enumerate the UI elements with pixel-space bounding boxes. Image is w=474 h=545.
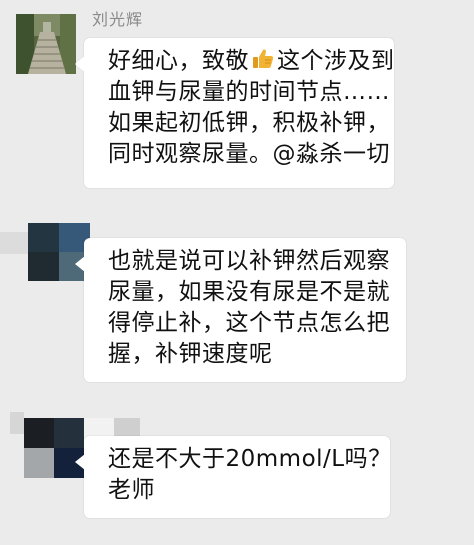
pixelated-background (0, 232, 28, 254)
message-line: 握，补钾速度呢 (108, 341, 273, 367)
stone-path-photo-avatar (16, 14, 76, 74)
message-line: 还是不大于20mmol/L吗？ (108, 446, 392, 472)
message-line: 如果起初低钾，积极补钾， (108, 110, 390, 136)
message-line: 也就是说可以补钾然后观察 (108, 248, 390, 274)
sender-name: 刘光辉 (92, 10, 144, 29)
avatar[interactable] (28, 223, 90, 281)
message-text: 好细心，致敬 (108, 48, 249, 74)
pixelated-background (10, 412, 24, 434)
pixelated-avatar (28, 223, 90, 281)
message-line: 尿量，如果没有尿是不是就 (108, 279, 390, 305)
message-line: 老师 (108, 477, 155, 503)
avatar[interactable] (16, 14, 76, 74)
message-text: 这个涉及到 (277, 48, 395, 74)
message-line: 同时观察尿量。@淼杀一切 (108, 141, 390, 167)
message-bubble[interactable]: 好细心，致敬 这个涉及到 血钾与尿量的时间节点…… 如果起初低钾，积极补钾， 同时… (75, 38, 394, 188)
message-line: 血钾与尿量的时间节点…… (108, 79, 390, 105)
thumbs-up-icon (253, 49, 274, 68)
message-bubble[interactable]: 也就是说可以补钾然后观察 尿量，如果没有尿是不是就 得停止补，这个节点怎么把 握… (75, 238, 406, 382)
message-bubble[interactable]: 还是不大于20mmol/L吗？ 老师 (75, 436, 392, 518)
message-line: 好细心，致敬 这个涉及到 (108, 46, 394, 77)
message-line: 得停止补，这个节点怎么把 (108, 310, 390, 336)
